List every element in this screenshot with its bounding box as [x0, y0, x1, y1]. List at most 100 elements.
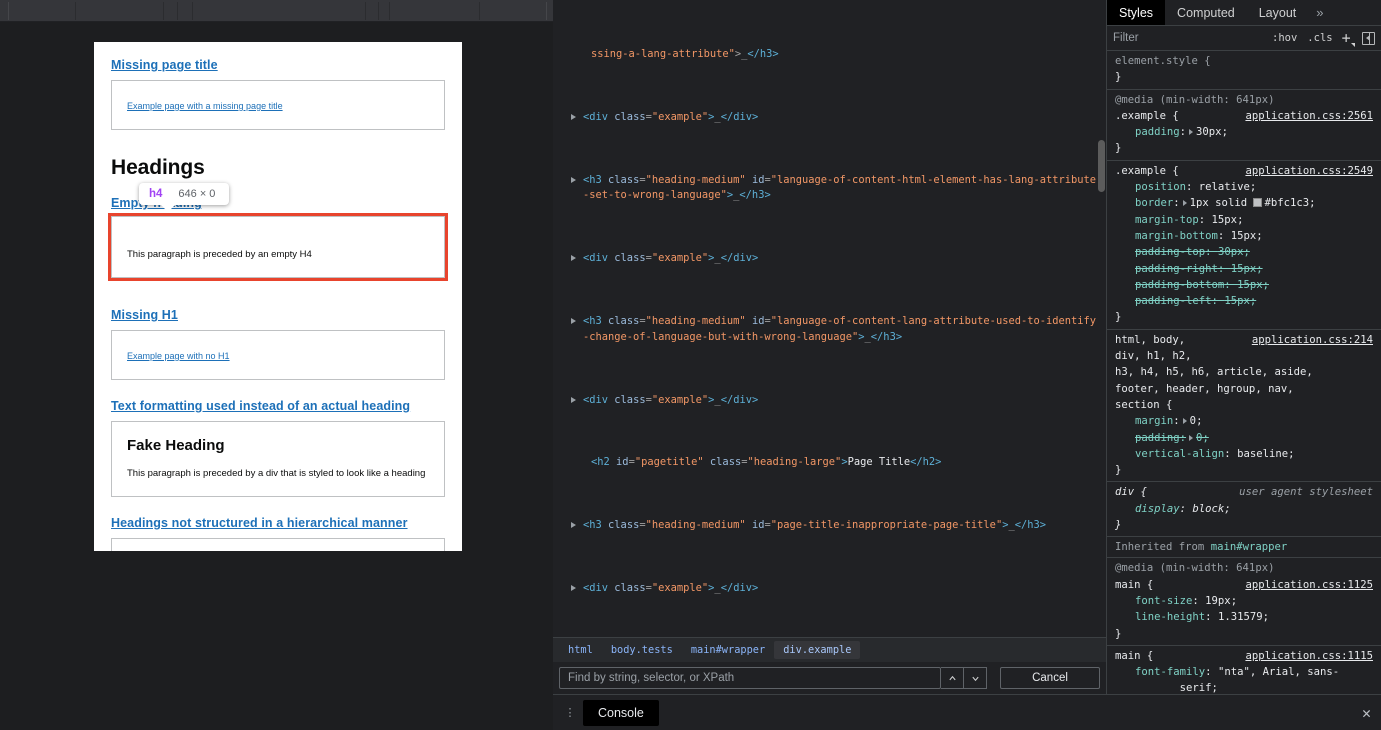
example-link-no-h1[interactable]: Example page with no H1	[127, 351, 230, 361]
rule-close-brace: }	[1115, 311, 1122, 324]
example-box-missing-h1: Example page with no H1	[111, 330, 445, 380]
section-link-text-formatting[interactable]: Text formatting used instead of an actua…	[111, 398, 410, 415]
rule-user-agent-div[interactable]: div { user agent stylesheet display: blo…	[1107, 482, 1381, 538]
section-link-hierarchical-headings[interactable]: Headings not structured in a hierarchica…	[111, 515, 408, 532]
rule-close-brace: }	[1115, 71, 1122, 84]
dom-line-div-example[interactable]: <div class="example">_</div>	[561, 251, 1100, 267]
example-paragraph-empty-h4: This paragraph is preceded by an empty H…	[127, 249, 312, 260]
rule-example-base[interactable]: .example { application.css:2549 position…	[1107, 161, 1381, 330]
filter-input[interactable]	[1113, 32, 1267, 44]
declaration-line-height[interactable]: line-height: 1.31579;	[1115, 609, 1373, 625]
tab-overflow-chevron-icon[interactable]: »	[1308, 0, 1331, 25]
dom-line-lang-attribute-tail[interactable]: ssing-a-lang-attribute">_</h3>	[561, 47, 1100, 63]
declaration-font-size[interactable]: font-size: 19px;	[1115, 593, 1373, 609]
page-viewport: Missing page title Example page with a m…	[0, 22, 553, 708]
chevron-up-icon	[948, 675, 956, 680]
rule-element-style[interactable]: element.style { }	[1107, 51, 1381, 90]
dom-line-div-example[interactable]: <div class="example">_</div>	[561, 110, 1100, 126]
rule-origin-label: user agent stylesheet	[1239, 486, 1373, 499]
search-next-button[interactable]	[964, 667, 987, 689]
inspector-tooltip: h4 646 × 0	[139, 183, 230, 212]
color-swatch[interactable]	[1253, 198, 1263, 208]
declaration-position[interactable]: position: relative;	[1115, 179, 1373, 195]
dom-tree-scrollbar[interactable]	[1097, 0, 1106, 637]
rule-media-query: @media (min-width: 641px)	[1115, 562, 1275, 575]
dom-find-bar: Cancel	[553, 662, 1106, 694]
rule-selector: main {	[1115, 649, 1154, 662]
rendered-page: Missing page title Example page with a m…	[94, 42, 462, 551]
declaration-padding-top[interactable]: padding-top: 30px;	[1115, 244, 1373, 260]
rule-example-media[interactable]: @media (min-width: 641px) .example { app…	[1107, 90, 1381, 161]
rule-selector: element.style {	[1115, 55, 1211, 67]
scrollbar-thumb[interactable]	[1098, 140, 1105, 192]
rule-close-brace: }	[1115, 627, 1122, 640]
declaration-border[interactable]: border: 1px solid #bfc1c3;	[1115, 195, 1373, 211]
example-box-empty-heading[interactable]: This paragraph is preceded by an empty H…	[108, 213, 448, 281]
rule-main-media[interactable]: @media (min-width: 641px) main { applica…	[1107, 558, 1381, 646]
tab-layout[interactable]: Layout	[1247, 0, 1309, 25]
declaration-margin-top[interactable]: margin-top: 15px;	[1115, 212, 1373, 228]
rule-origin-link[interactable]: application.css:1125	[1245, 577, 1373, 593]
breadcrumb-main[interactable]: main#wrapper	[682, 641, 774, 659]
fake-heading-text: Fake Heading	[127, 437, 225, 454]
tab-computed[interactable]: Computed	[1165, 0, 1247, 25]
breadcrumb-html[interactable]: html	[559, 641, 602, 659]
inspector-tooltip-tag: h4	[149, 188, 163, 200]
dom-line-div-example[interactable]: <div class="example">_</div>	[561, 581, 1100, 597]
dom-line-h2-pagetitle[interactable]: <h2 id="pagetitle" class="heading-large"…	[561, 455, 1100, 471]
declaration-padding[interactable]: padding: 30px;	[1115, 124, 1373, 140]
rule-selector: div {	[1115, 486, 1147, 499]
declaration-margin[interactable]: margin: 0;	[1115, 413, 1373, 429]
inspector-tooltip-dimensions: 646 × 0	[178, 188, 216, 200]
dom-line-h3-lang-wrong-language[interactable]: <h3 class="heading-medium" id="language-…	[561, 173, 1100, 204]
dom-line-h3-lang-change-wrong[interactable]: <h3 class="heading-medium" id="language-…	[561, 314, 1100, 345]
rule-reset[interactable]: html, body, div, h1, h2, h3, h4, h5, h6,…	[1107, 330, 1381, 483]
dom-line-h3-inappropriate-page-title[interactable]: <h3 class="heading-medium" id="page-titl…	[561, 518, 1100, 534]
styles-tab-bar: Styles Computed Layout »	[1107, 0, 1381, 26]
tab-console[interactable]: Console	[583, 699, 659, 726]
declaration-padding[interactable]: padding: 0;	[1115, 430, 1373, 446]
declaration-font-family[interactable]: font-family: "nta", Arial, sans- serif;	[1115, 664, 1373, 694]
rule-main-font[interactable]: main { application.css:1115 font-family:…	[1107, 646, 1381, 694]
inherited-source[interactable]: main#wrapper	[1211, 541, 1288, 553]
dom-line-div-example[interactable]: <div class="example">_</div>	[561, 393, 1100, 409]
rule-close-brace: }	[1115, 519, 1122, 532]
section-link-missing-page-title[interactable]: Missing page title	[111, 57, 218, 74]
browser-tab-strip[interactable]	[0, 0, 553, 22]
section-link-missing-h1[interactable]: Missing H1	[111, 307, 178, 324]
inherited-label: Inherited from	[1115, 541, 1205, 554]
rule-origin-link[interactable]: application.css:214	[1252, 332, 1373, 348]
search-input[interactable]	[559, 667, 941, 689]
breadcrumb-div-example[interactable]: div.example	[774, 641, 861, 659]
styles-sidebar: Styles Computed Layout » :hov .cls + ele…	[1106, 0, 1381, 694]
declaration-vertical-align[interactable]: vertical-align: baseline;	[1115, 446, 1373, 462]
dom-tree-pane[interactable]: ssing-a-lang-attribute">_</h3> <div clas…	[553, 0, 1106, 637]
declaration-padding-right[interactable]: padding-right: 15px;	[1115, 261, 1373, 277]
rule-origin-link[interactable]: application.css:2561	[1245, 108, 1373, 124]
close-icon[interactable]: ✕	[1362, 704, 1371, 722]
dom-breadcrumb: html body.tests main#wrapper div.example	[553, 637, 1106, 662]
tab-styles[interactable]: Styles	[1107, 0, 1166, 25]
sidebar-toggle-icon[interactable]	[1361, 31, 1375, 45]
rule-origin-link[interactable]: application.css:1115	[1245, 648, 1373, 664]
cls-button[interactable]: .cls	[1302, 32, 1337, 44]
search-prev-button[interactable]	[941, 667, 964, 689]
declaration-padding-bottom[interactable]: padding-bottom: 15px;	[1115, 277, 1373, 293]
rule-close-brace: }	[1115, 142, 1122, 155]
more-vertical-icon[interactable]: ⋮	[563, 707, 577, 718]
styles-filter-row: :hov .cls +	[1107, 26, 1381, 51]
selected-example-wrapper: Empty heading This paragraph is preceded…	[108, 183, 448, 281]
cancel-button[interactable]: Cancel	[1000, 667, 1100, 689]
declaration-display[interactable]: display: block;	[1115, 501, 1373, 517]
inherited-from-header: Inherited from main#wrapper	[1107, 537, 1381, 559]
example-box-hierarchical	[111, 538, 445, 551]
declaration-margin-bottom[interactable]: margin-bottom: 15px;	[1115, 228, 1373, 244]
hov-button[interactable]: :hov	[1267, 32, 1302, 44]
declaration-padding-left[interactable]: padding-left: 15px;	[1115, 293, 1373, 309]
devtools-panel: ssing-a-lang-attribute">_</h3> <div clas…	[553, 0, 1381, 730]
example-link-missing-page-title[interactable]: Example page with a missing page title	[127, 101, 283, 111]
breadcrumb-body[interactable]: body.tests	[602, 641, 682, 659]
rule-origin-link[interactable]: application.css:2549	[1245, 163, 1373, 179]
plus-icon[interactable]: +	[1338, 31, 1355, 47]
example-paragraph-fake-heading: This paragraph is preceded by a div that…	[127, 468, 426, 479]
